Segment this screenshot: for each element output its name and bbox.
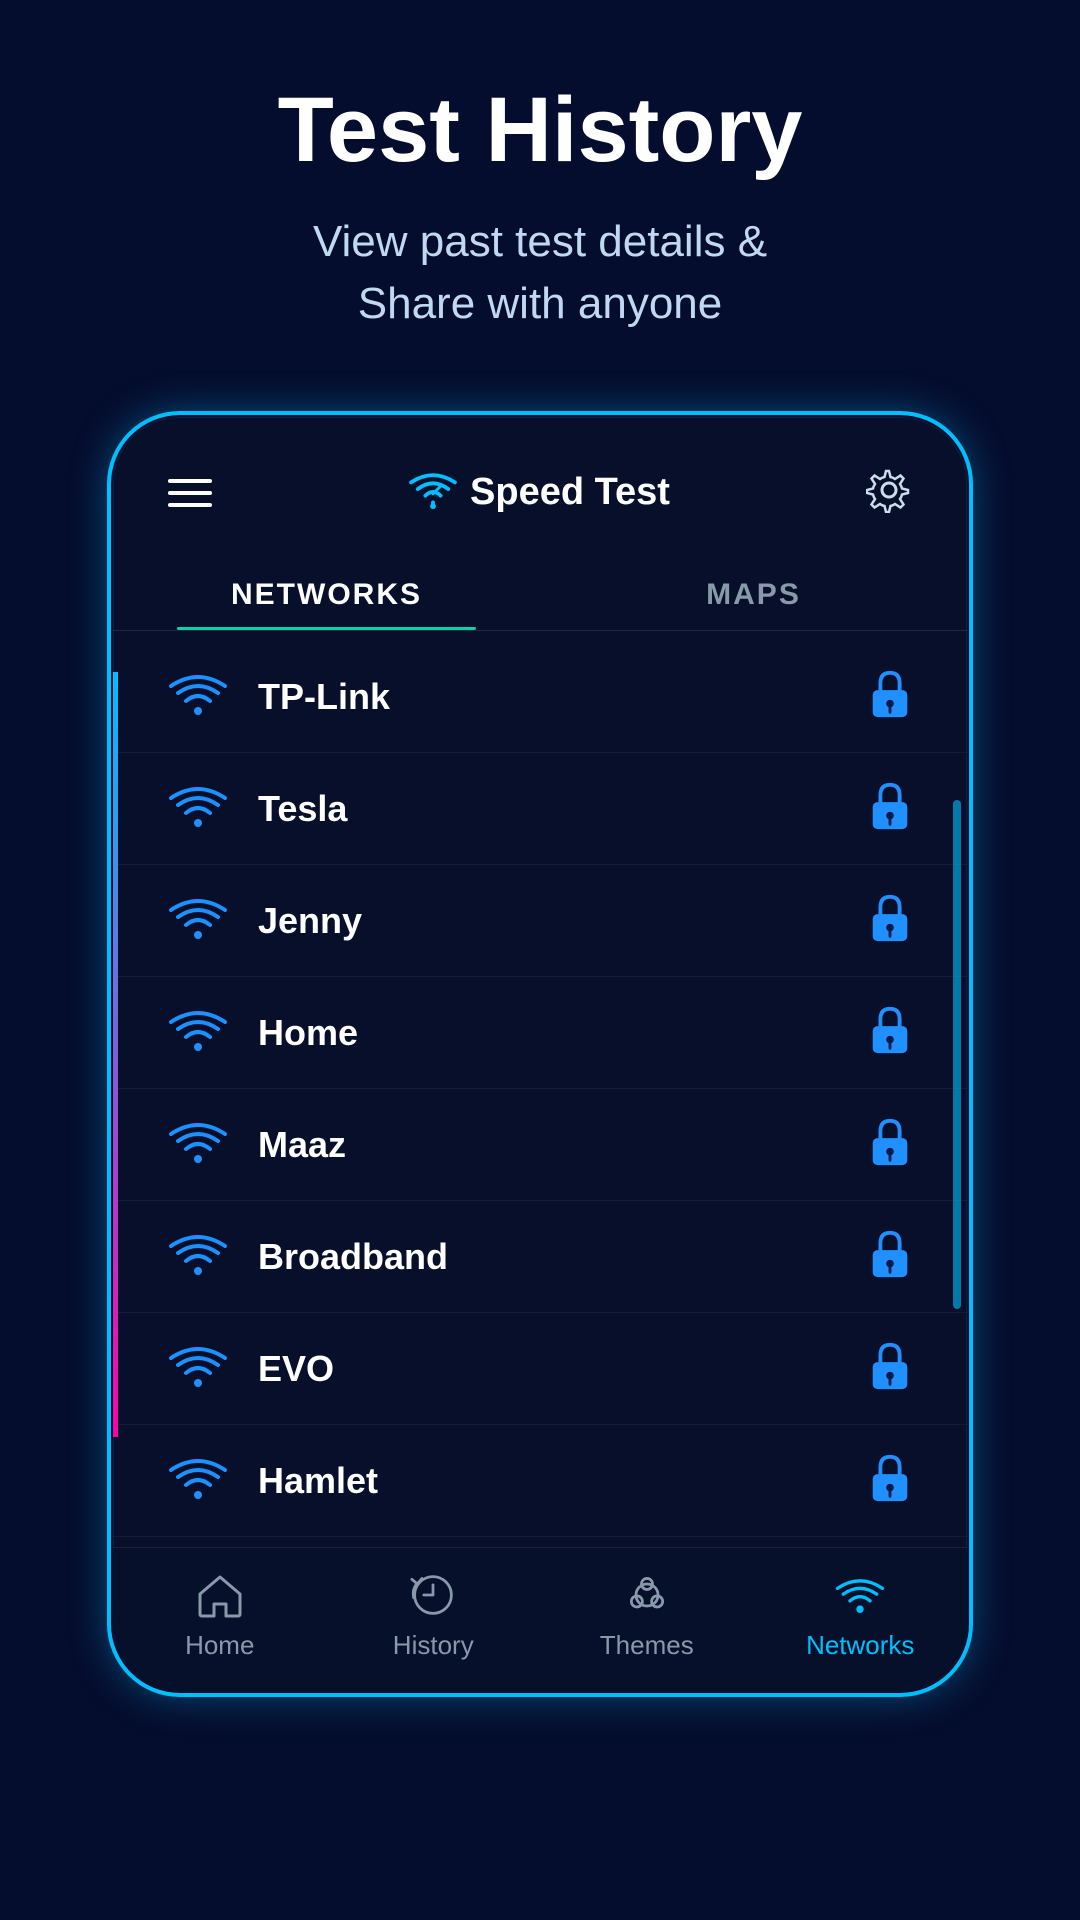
network-item[interactable]: Jenny <box>113 865 967 977</box>
nav-label-history: History <box>393 1630 474 1661</box>
network-item[interactable]: Tesla <box>113 753 967 865</box>
wifi-icon <box>168 781 228 836</box>
wifi-logo-icon <box>408 470 458 515</box>
lock-icon <box>868 1341 912 1396</box>
app-logo: Speed Test <box>408 470 670 515</box>
wifi-icon <box>168 1229 228 1284</box>
history-icon <box>406 1570 461 1620</box>
lock-icon <box>868 669 912 724</box>
network-item[interactable]: EVO <box>113 1313 967 1425</box>
network-item[interactable]: Broadband <box>113 1201 967 1313</box>
network-name: EVO <box>258 1348 868 1390</box>
wifi-icon <box>168 1453 228 1508</box>
network-name: Jenny <box>258 900 868 942</box>
phone-wrapper: Speed Test NETWORKS MAPS <box>110 414 970 1900</box>
wifi-icon <box>168 1005 228 1060</box>
network-name: Maaz <box>258 1124 868 1166</box>
wifi-icon <box>168 669 228 724</box>
app-name: Speed Test <box>470 471 670 514</box>
network-item[interactable]: Hamlet <box>113 1425 967 1537</box>
nav-item-history[interactable]: History <box>327 1570 541 1661</box>
tab-networks[interactable]: NETWORKS <box>113 558 540 630</box>
network-item[interactable]: Maaz <box>113 1089 967 1201</box>
nav-item-themes[interactable]: Themes <box>540 1570 754 1661</box>
nav-label-networks: Networks <box>806 1630 914 1661</box>
tab-maps[interactable]: MAPS <box>540 558 967 630</box>
wifi-icon <box>168 1341 228 1396</box>
network-item[interactable]: Home <box>113 977 967 1089</box>
header-section: Test History View past test details &Sha… <box>0 0 1080 394</box>
lock-icon <box>868 781 912 836</box>
bottom-nav: Home History <box>113 1547 967 1691</box>
lock-icon <box>868 1453 912 1508</box>
wifi-icon <box>168 1117 228 1172</box>
lock-icon <box>868 1117 912 1172</box>
wifi-icon <box>168 893 228 948</box>
nav-item-home[interactable]: Home <box>113 1570 327 1661</box>
lock-icon <box>868 1005 912 1060</box>
network-item[interactable]: TP-Link <box>113 641 967 753</box>
page-title: Test History <box>60 80 1020 181</box>
themes-icon <box>619 1570 674 1620</box>
nav-item-networks[interactable]: Networks <box>754 1570 968 1661</box>
nav-label-themes: Themes <box>600 1630 694 1661</box>
lock-icon <box>868 893 912 948</box>
networks-icon <box>833 1570 888 1620</box>
settings-icon[interactable] <box>866 467 912 518</box>
home-icon <box>192 1570 247 1620</box>
phone-frame: Speed Test NETWORKS MAPS <box>110 414 970 1694</box>
network-name: TP-Link <box>258 676 868 718</box>
lock-icon <box>868 1229 912 1284</box>
network-list: TP-Link <box>113 631 967 1547</box>
page-subtitle: View past test details &Share with anyon… <box>60 211 1020 334</box>
app-topbar: Speed Test <box>113 417 967 548</box>
nav-label-home: Home <box>185 1630 254 1661</box>
menu-button[interactable] <box>168 479 212 507</box>
network-name: Broadband <box>258 1236 868 1278</box>
network-name: Hamlet <box>258 1460 868 1502</box>
network-name: Home <box>258 1012 868 1054</box>
tabs-container: NETWORKS MAPS <box>113 558 967 631</box>
phone-inner: Speed Test NETWORKS MAPS <box>113 417 967 1691</box>
network-name: Tesla <box>258 788 868 830</box>
